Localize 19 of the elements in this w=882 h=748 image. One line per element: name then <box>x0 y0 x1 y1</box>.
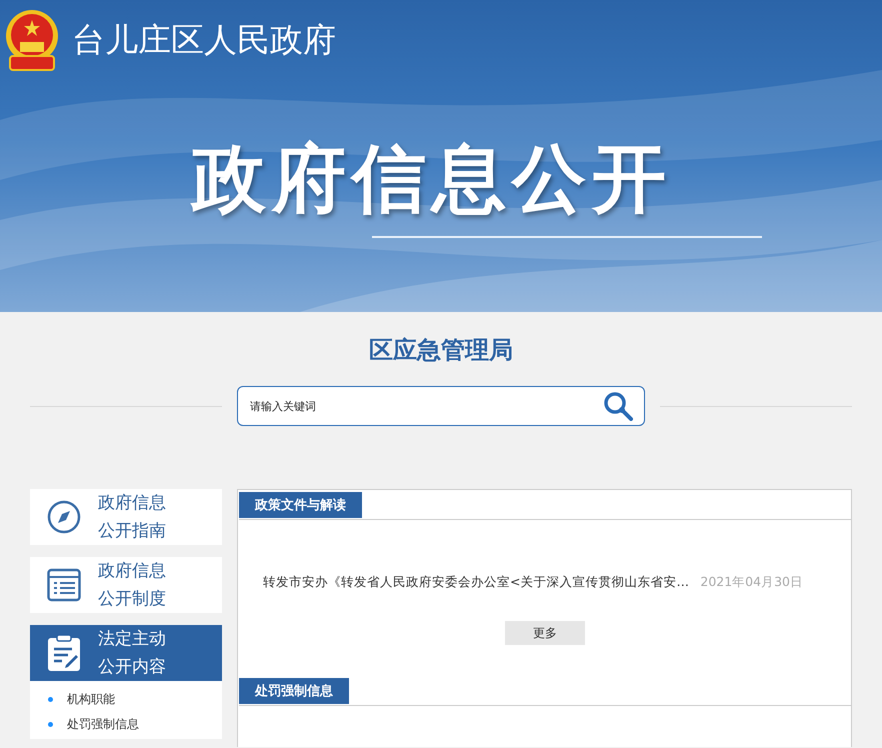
clipboard-icon <box>47 634 81 672</box>
sidebar-item[interactable]: 政府信息公开制度 <box>30 557 222 613</box>
site-title: 台儿庄区人民政府 <box>72 18 336 60</box>
sidebar-item[interactable]: 政府信息公开指南 <box>30 489 222 545</box>
banner-title: 政府信息公开 <box>192 135 673 224</box>
sidebar-item[interactable]: 法定主动公开内容 <box>30 625 222 681</box>
department-title: 区应急管理局 <box>368 335 514 366</box>
submenu-link[interactable]: 机构职能 <box>67 691 115 708</box>
search-field[interactable]: 请输入关键词 <box>237 386 645 426</box>
article-link[interactable]: 转发市安办《转发省人民政府安委会办公室<关于深入宣传贯彻山东省安… <box>263 574 689 591</box>
emblem-icon <box>4 8 60 72</box>
search-icon[interactable] <box>603 391 633 421</box>
list-icon <box>47 568 81 602</box>
submenu-link[interactable]: 处罚强制信息 <box>67 716 139 733</box>
compass-icon <box>47 500 81 534</box>
article-date: 2021年04月30日 <box>700 574 803 591</box>
more-button[interactable]: 更多 <box>505 621 585 645</box>
bullet-icon <box>48 697 53 702</box>
bullet-icon <box>48 722 53 727</box>
